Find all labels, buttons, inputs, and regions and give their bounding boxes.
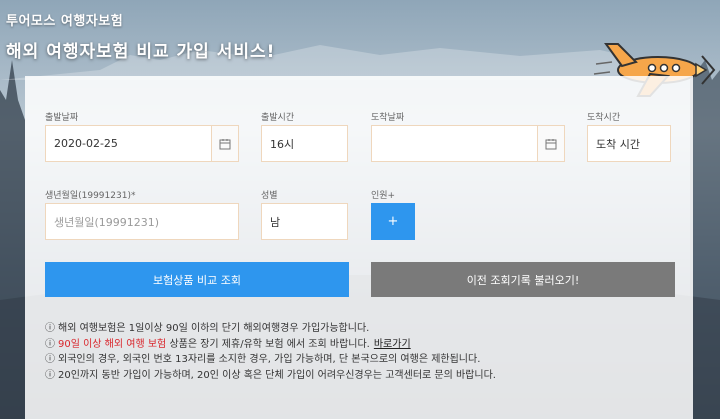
brand-subtitle: 투어모스 여행자보험 [6, 14, 124, 29]
arrive-time-label: 도착시간 [587, 113, 621, 123]
depart-time-select[interactable]: 16시 [261, 125, 348, 162]
arrive-time-select[interactable]: 도착 시간 [587, 125, 671, 162]
info-circle-icon: ⓘ [45, 369, 55, 381]
notice-list: ⓘ 해외 여행보험은 1일이상 90일 이하의 단기 해외여행경우 가입가능합니… [45, 321, 496, 383]
notice-item: ⓘ 외국인의 경우, 외국인 번호 13자리를 소지한 경우, 가입 가능하며,… [45, 352, 496, 368]
arrive-date-input[interactable] [371, 125, 538, 162]
arrive-date-label: 도착날짜 [371, 113, 405, 123]
people-label: 인원+ [371, 191, 396, 201]
gender-label: 성별 [261, 191, 278, 201]
search-form-panel: 출발날짜 출발시간 도착날짜 도착시간 2020-02-25 16시 도착 시간… [25, 76, 693, 419]
notice-text: 상품은 장기 제휴/유학 보험 에서 조회 바랍니다. [169, 338, 370, 350]
info-circle-icon: ⓘ [45, 354, 55, 365]
calendar-icon [219, 138, 231, 149]
notice-item: ⓘ 90일 이상 해외 여행 보험 상품은 장기 제휴/유학 보험 에서 조회 … [45, 337, 496, 353]
compare-insurance-button[interactable]: 보험상품 비교 조회 [45, 262, 349, 297]
info-circle-icon: ⓘ [45, 323, 55, 334]
birth-date-input[interactable]: 생년월일(19991231) [45, 203, 239, 240]
birth-date-label: 생년월일(19991231)* [45, 191, 136, 201]
load-history-button[interactable]: 이전 조회기록 불러오기! [371, 262, 675, 297]
notice-highlight: 90일 이상 해외 여행 보험 [58, 338, 167, 350]
depart-date-calendar-button[interactable] [211, 125, 239, 162]
shortcut-link[interactable]: 바로가기 [374, 337, 411, 353]
header: 투어모스 여행자보험 해외 여행자보험 비교 가입 서비스! [6, 10, 275, 62]
gender-select[interactable]: 남 [261, 203, 348, 240]
depart-time-label: 출발시간 [261, 113, 295, 123]
depart-date-input[interactable]: 2020-02-25 [45, 125, 212, 162]
add-person-button[interactable]: + [371, 203, 415, 240]
calendar-icon [545, 138, 557, 149]
notice-item: ⓘ 해외 여행보험은 1일이상 90일 이하의 단기 해외여행경우 가입가능합니… [45, 321, 496, 337]
notice-text: 20인까지 동반 가입이 가능하며, 20인 이상 혹은 단체 가입이 어려우신… [58, 369, 496, 381]
notice-text: 해외 여행보험은 1일이상 90일 이하의 단기 해외여행경우 가입가능합니다. [58, 323, 370, 334]
notice-text: 외국인의 경우, 외국인 번호 13자리를 소지한 경우, 가입 가능하며, 단… [58, 354, 481, 365]
info-circle-icon: ⓘ [45, 338, 55, 350]
notice-item: ⓘ 20인까지 동반 가입이 가능하며, 20인 이상 혹은 단체 가입이 어려… [45, 368, 496, 384]
depart-date-label: 출발날짜 [45, 113, 79, 123]
page-title: 해외 여행자보험 비교 가입 서비스! [6, 42, 276, 62]
arrive-date-calendar-button[interactable] [537, 125, 565, 162]
